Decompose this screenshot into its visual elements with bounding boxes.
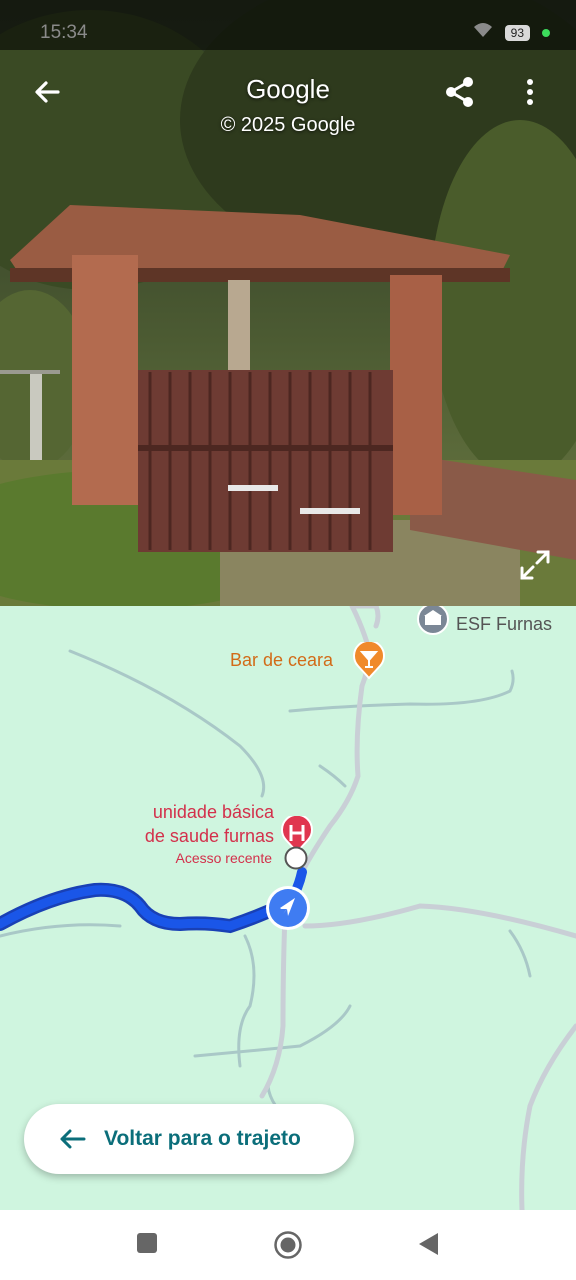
street-view-title: Google (246, 74, 330, 104)
back-to-route-button[interactable]: Voltar para o trajeto (24, 1104, 354, 1174)
street-view-copyright: © 2025 Google (220, 114, 356, 136)
ubs-label-line1: unidade básica (152, 802, 274, 822)
status-time: 15:34 (40, 22, 88, 43)
system-nav-bar (0, 1210, 576, 1280)
battery-icon: 93 (504, 25, 530, 41)
wifi-icon (473, 22, 493, 44)
home-button[interactable] (273, 1230, 303, 1265)
back-button[interactable] (418, 1232, 440, 1261)
status-bar: 15:34 93 (0, 0, 576, 50)
more-vert-icon[interactable] (516, 74, 544, 110)
back-to-route-label: Voltar para o trajeto (104, 1127, 301, 1150)
recent-circle-icon[interactable] (284, 846, 308, 870)
school-icon (417, 606, 449, 635)
status-icons: 93 (473, 22, 550, 44)
esf-furnas-label[interactable]: ESF Furnas (456, 614, 552, 635)
expand-icon[interactable] (518, 548, 552, 582)
share-icon[interactable] (440, 72, 480, 112)
ubs-label-line2: de saude furnas (144, 826, 274, 846)
ubs-furnas-label[interactable]: unidade básica de saude furnas (110, 800, 274, 848)
bar-de-ceara-pin[interactable] (352, 642, 386, 680)
back-arrow-icon (60, 1129, 86, 1149)
bar-de-ceara-label[interactable]: Bar de ceara (230, 650, 333, 671)
recent-access-label: Acesso recente (175, 850, 273, 866)
navigation-arrow-icon (264, 884, 312, 932)
esf-furnas-pin[interactable] (416, 606, 450, 636)
recents-button[interactable] (136, 1232, 158, 1259)
privacy-dot-icon (542, 29, 550, 37)
martini-icon (353, 642, 385, 680)
